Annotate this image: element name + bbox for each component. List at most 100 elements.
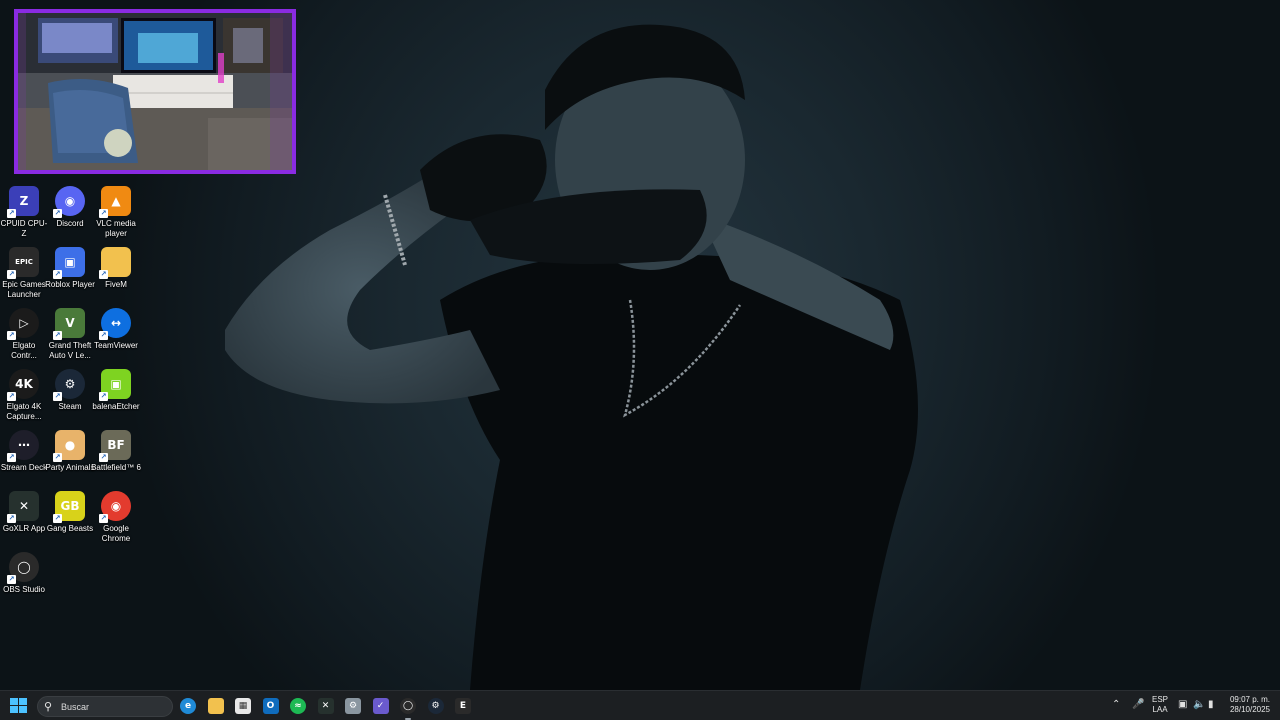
shortcut-arrow-icon: ↗ bbox=[7, 331, 16, 340]
taskbar-app-button[interactable]: ⚙ bbox=[425, 695, 447, 717]
desktop-shortcut-label: Roblox Player bbox=[45, 280, 95, 289]
stream-deck-icon: ⋯ ↗ bbox=[7, 430, 39, 462]
shortcut-arrow-icon: ↗ bbox=[99, 270, 108, 279]
taskbar-app-button[interactable]: ▦ bbox=[232, 695, 254, 717]
desktop-shortcut-label: VLC media player bbox=[96, 219, 136, 238]
taskbar-app-button[interactable]: ≈ bbox=[287, 695, 309, 717]
desktop-shortcut[interactable]: ◯ ↗ OBS Studio bbox=[0, 552, 48, 595]
taskbar-app-button[interactable]: e bbox=[177, 695, 199, 717]
shortcut-arrow-icon: ↗ bbox=[99, 331, 108, 340]
desktop-shortcut[interactable]: ⚙ ↗ Steam bbox=[46, 369, 94, 412]
snipping-tool-icon: ✓ bbox=[372, 698, 389, 714]
desktop-shortcut-label: Grand Theft Auto V Le... bbox=[48, 341, 92, 360]
desktop-shortcut-label: Party Animals bbox=[45, 463, 95, 472]
desktop-shortcut-label: Elgato 4K Capture... bbox=[6, 402, 42, 421]
taskbar-app-button[interactable] bbox=[205, 695, 227, 717]
volume-icon[interactable]: 🔈 bbox=[1193, 699, 1205, 710]
cpuz-icon: Z ↗ bbox=[7, 186, 39, 218]
edge-icon: e bbox=[180, 698, 196, 714]
shortcut-arrow-icon: ↗ bbox=[53, 392, 62, 401]
desktop-shortcut-label: Elgato Contr... bbox=[11, 341, 37, 360]
shortcut-arrow-icon: ↗ bbox=[99, 209, 108, 218]
desktop-shortcut[interactable]: V ↗ Grand Theft Auto V Le... bbox=[46, 308, 94, 361]
desktop-shortcut[interactable]: ✕ ↗ GoXLR App bbox=[0, 491, 48, 534]
desktop-shortcut-label: CPUID CPU-Z bbox=[0, 219, 48, 238]
desktop-shortcut[interactable]: ● ↗ Party Animals bbox=[46, 430, 94, 473]
shortcut-arrow-icon: ↗ bbox=[53, 514, 62, 523]
spotify-icon: ≈ bbox=[290, 698, 306, 714]
language-indicator[interactable]: ESP LAA bbox=[1152, 695, 1168, 715]
taskbar-app-button[interactable]: ✕ bbox=[315, 695, 337, 717]
gang-beasts-icon: GB ↗ bbox=[53, 491, 85, 523]
settings-icon: ⚙ bbox=[345, 698, 361, 714]
taskbar-app-button[interactable]: ⚙ bbox=[342, 695, 364, 717]
search-placeholder: Buscar bbox=[61, 701, 90, 712]
network-icon[interactable]: ▣ bbox=[1178, 699, 1187, 710]
show-hidden-icons-chevron-icon[interactable]: ⌃ bbox=[1112, 699, 1120, 710]
desktop-shortcut[interactable]: ◉ ↗ Discord bbox=[46, 186, 94, 229]
taskbar-clock[interactable]: 09:07 p. m. 28/10/2025 bbox=[1224, 695, 1270, 715]
shortcut-arrow-icon: ↗ bbox=[53, 331, 62, 340]
desktop-shortcut-label: Battlefield™ 6 bbox=[91, 463, 141, 472]
search-icon: ⚲ bbox=[44, 700, 53, 713]
steam-icon: ⚙ bbox=[427, 698, 444, 714]
gta-v-icon: V ↗ bbox=[53, 308, 85, 340]
shortcut-arrow-icon: ↗ bbox=[99, 453, 108, 462]
discord-icon: ◉ ↗ bbox=[53, 186, 85, 218]
taskbar-app-button[interactable]: ◯ bbox=[397, 695, 419, 720]
party-animals-icon: ● ↗ bbox=[53, 430, 85, 462]
taskbar-app-button[interactable]: E bbox=[452, 695, 474, 717]
taskbar-app-button[interactable]: ✓ bbox=[370, 695, 392, 717]
obs-icon: ◯ bbox=[400, 698, 416, 714]
shortcut-arrow-icon: ↗ bbox=[53, 453, 62, 462]
clock-time: 09:07 p. m. bbox=[1229, 695, 1270, 704]
desktop-shortcut[interactable]: ▣ ↗ balenaEtcher bbox=[92, 369, 140, 412]
microsoft-store-icon: ▦ bbox=[235, 698, 251, 714]
webcam-overlay[interactable] bbox=[14, 9, 296, 174]
roblox-icon: ▣ ↗ bbox=[53, 247, 85, 279]
desktop-shortcut-label: balenaEtcher bbox=[92, 402, 140, 411]
desktop-shortcut-label: GoXLR App bbox=[2, 524, 46, 533]
desktop-shortcut[interactable]: BF ↗ Battlefield™ 6 bbox=[91, 430, 141, 473]
desktop-shortcut[interactable]: ↗ FiveM bbox=[92, 247, 140, 290]
webcam-feed-image bbox=[18, 13, 292, 170]
windows-logo-icon bbox=[10, 698, 27, 713]
language-code: ESP bbox=[1152, 695, 1169, 704]
shortcut-arrow-icon: ↗ bbox=[7, 392, 16, 401]
desktop-shortcut-label: FiveM bbox=[105, 280, 127, 289]
steam-icon: ⚙ ↗ bbox=[53, 369, 85, 401]
desktop-shortcut[interactable]: ⋯ ↗ Stream Deck bbox=[0, 430, 48, 473]
taskbar-app-button[interactable]: O bbox=[260, 695, 282, 717]
keyboard-layout-code: LAA bbox=[1152, 705, 1168, 714]
taskbar-search-box[interactable]: ⚲ Buscar bbox=[37, 696, 173, 717]
goxlr-icon: ✕ ↗ bbox=[7, 491, 39, 523]
elgato-control-icon: ▷ ↗ bbox=[7, 308, 39, 340]
balena-etcher-icon: ▣ ↗ bbox=[99, 369, 131, 401]
folder-icon: ↗ bbox=[99, 247, 131, 279]
desktop-shortcut[interactable]: EPIC ↗ Epic Games Launcher bbox=[0, 247, 48, 300]
desktop-shortcut-label: Google Chrome bbox=[101, 524, 131, 543]
desktop-shortcut[interactable]: GB ↗ Gang Beasts bbox=[46, 491, 94, 534]
shortcut-arrow-icon: ↗ bbox=[53, 270, 62, 279]
start-button[interactable] bbox=[10, 698, 28, 714]
desktop-shortcut[interactable]: ↔ ↗ TeamViewer bbox=[92, 308, 140, 351]
desktop-shortcut[interactable]: ▣ ↗ Roblox Player bbox=[45, 247, 95, 290]
shortcut-arrow-icon: ↗ bbox=[99, 392, 108, 401]
desktop-shortcut[interactable]: ◉ ↗ Google Chrome bbox=[92, 491, 140, 544]
desktop-shortcut[interactable]: Z ↗ CPUID CPU-Z bbox=[0, 186, 48, 239]
shortcut-arrow-icon: ↗ bbox=[53, 209, 62, 218]
shortcut-arrow-icon: ↗ bbox=[7, 514, 16, 523]
battery-icon[interactable]: ▮ bbox=[1208, 699, 1214, 710]
desktop-shortcut[interactable]: ▷ ↗ Elgato Contr... bbox=[0, 308, 48, 361]
desktop-shortcut-label: Gang Beasts bbox=[46, 524, 94, 533]
shortcut-arrow-icon: ↗ bbox=[7, 453, 16, 462]
file-explorer-icon bbox=[207, 698, 224, 714]
battlefield-icon: BF ↗ bbox=[99, 430, 131, 462]
desktop-shortcut-label: TeamViewer bbox=[94, 341, 138, 350]
microphone-icon[interactable]: 🎤 bbox=[1132, 699, 1144, 710]
desktop-shortcut[interactable]: 4K ↗ Elgato 4K Capture... bbox=[0, 369, 48, 422]
desktop-shortcut[interactable]: ▲ ↗ VLC media player bbox=[92, 186, 140, 239]
desktop-shortcut-label: Epic Games Launcher bbox=[2, 280, 46, 299]
shortcut-arrow-icon: ↗ bbox=[7, 575, 16, 584]
elgato-4k-icon: 4K ↗ bbox=[7, 369, 39, 401]
